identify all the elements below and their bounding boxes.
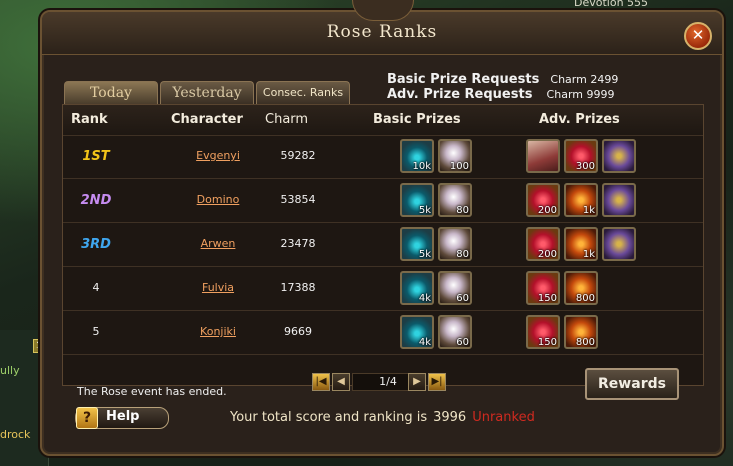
item-count: 800	[575, 293, 595, 304]
table-row: 3RD Arwen 23478 5k 80 200 1k	[63, 223, 703, 267]
header-adv-prizes: Adv. Prizes	[539, 112, 620, 127]
score-value: 3996	[433, 410, 467, 425]
shield-icon[interactable]: 5k	[400, 227, 434, 261]
rank-label: 1ST	[82, 149, 110, 164]
item-count: 60	[456, 293, 469, 304]
event-ended-text: The Rose event has ended.	[77, 385, 227, 398]
header-basic-prizes: Basic Prizes	[373, 112, 461, 127]
prev-page-button[interactable]: ◀	[332, 373, 350, 391]
pearl-icon[interactable]: 60	[438, 315, 472, 349]
item-count: 200	[537, 249, 557, 260]
table-row: 2ND Domino 53854 5k 80 200 1k	[63, 179, 703, 223]
character-link[interactable]: Arwen	[168, 237, 268, 250]
item-count: 5k	[418, 205, 431, 216]
next-page-button[interactable]: ▶	[408, 373, 426, 391]
fairy-icon[interactable]	[526, 139, 560, 173]
character-link[interactable]: Evgenyi	[168, 149, 268, 162]
item-count: 80	[456, 249, 469, 260]
adv-prize-label: Adv. Prize Requests	[387, 87, 533, 102]
orb-icon[interactable]: 1k	[564, 183, 598, 217]
rank-label: 5	[92, 325, 100, 338]
title-ornament	[352, 0, 414, 21]
header-charm: Charm	[265, 112, 309, 127]
table-row: 1ST Evgenyi 59282 10k 100 300	[63, 135, 703, 179]
ranking-status: Unranked	[472, 410, 535, 425]
table-header: Rank Character Charm Basic Prizes Adv. P…	[63, 105, 703, 136]
devotion-text: Devotion 555	[574, 0, 649, 9]
help-label: Help	[106, 409, 140, 424]
header-rank: Rank	[71, 112, 108, 127]
horn-icon[interactable]	[602, 139, 636, 173]
help-button[interactable]: ? Help	[75, 407, 169, 429]
header-character: Character	[171, 112, 243, 127]
item-count: 200	[537, 205, 557, 216]
pearl-icon[interactable]: 80	[438, 183, 472, 217]
gem-icon[interactable]: 200	[526, 183, 560, 217]
item-count: 4k	[418, 337, 431, 348]
charm-value: 23478	[280, 237, 316, 250]
item-count: 10k	[412, 161, 431, 172]
rewards-button[interactable]: Rewards	[585, 368, 679, 400]
character-link[interactable]: Domino	[168, 193, 268, 206]
item-count: 60	[456, 337, 469, 348]
pearl-icon[interactable]: 100	[438, 139, 472, 173]
item-count: 100	[449, 161, 469, 172]
gem-icon[interactable]: 300	[564, 139, 598, 173]
tab-consec-ranks[interactable]: Consec. Ranks	[256, 81, 350, 104]
gem-icon[interactable]: 200	[526, 227, 560, 261]
item-count: 1k	[582, 205, 595, 216]
item-count: 5k	[418, 249, 431, 260]
rank-label: 3RD	[81, 237, 111, 252]
charm-value: 9669	[284, 325, 312, 338]
title-bar: Rose Ranks ✕	[42, 0, 722, 55]
adv-prize-requests: Adv. Prize Requests Charm 9999	[387, 83, 614, 102]
shield-icon[interactable]: 5k	[400, 183, 434, 217]
score-text: Your total score and ranking is	[230, 410, 428, 425]
item-count: 1k	[582, 249, 595, 260]
pearl-icon[interactable]: 80	[438, 227, 472, 261]
rank-label: 4	[92, 281, 100, 294]
item-count: 150	[537, 293, 557, 304]
horn-icon[interactable]	[602, 227, 636, 261]
table-row: 5 Konjiki 9669 4k 60 150 800	[63, 311, 703, 355]
item-count: 800	[575, 337, 595, 348]
tab-today[interactable]: Today	[64, 81, 158, 104]
character-link[interactable]: Fulvia	[168, 281, 268, 294]
window-title: Rose Ranks	[326, 22, 438, 42]
charm-value: 53854	[280, 193, 316, 206]
last-page-button[interactable]: ▶|	[428, 373, 446, 391]
item-count: 150	[537, 337, 557, 348]
side-text-1: ully	[0, 364, 20, 377]
item-count: 4k	[418, 293, 431, 304]
shield-icon[interactable]: 10k	[400, 139, 434, 173]
shield-icon[interactable]: 4k	[400, 315, 434, 349]
item-count: 300	[575, 161, 595, 172]
shield-icon[interactable]: 4k	[400, 271, 434, 305]
side-text-2: drock	[0, 428, 31, 441]
table-row: 4 Fulvia 17388 4k 60 150 800	[63, 267, 703, 311]
horn-icon[interactable]	[602, 183, 636, 217]
orb-icon[interactable]: 1k	[564, 227, 598, 261]
adv-prize-value: Charm 9999	[546, 88, 615, 101]
first-page-button[interactable]: |◀	[312, 373, 330, 391]
rank-label: 2ND	[80, 193, 112, 208]
ranking-table: Rank Character Charm Basic Prizes Adv. P…	[62, 104, 704, 386]
orb-icon[interactable]: 800	[564, 315, 598, 349]
close-button[interactable]: ✕	[684, 22, 712, 50]
gem-icon[interactable]: 150	[526, 271, 560, 305]
item-count: 80	[456, 205, 469, 216]
gem-icon[interactable]: 150	[526, 315, 560, 349]
charm-value: 17388	[280, 281, 316, 294]
charm-value: 59282	[280, 149, 316, 162]
question-icon: ?	[76, 407, 98, 429]
tab-yesterday[interactable]: Yesterday	[160, 81, 254, 104]
score-line: Your total score and ranking is 3996 Unran…	[230, 410, 535, 425]
pearl-icon[interactable]: 60	[438, 271, 472, 305]
character-link[interactable]: Konjiki	[168, 325, 268, 338]
orb-icon[interactable]: 800	[564, 271, 598, 305]
rose-ranks-window: Rose Ranks ✕ Today Yesterday Consec. Ran…	[40, 0, 724, 456]
